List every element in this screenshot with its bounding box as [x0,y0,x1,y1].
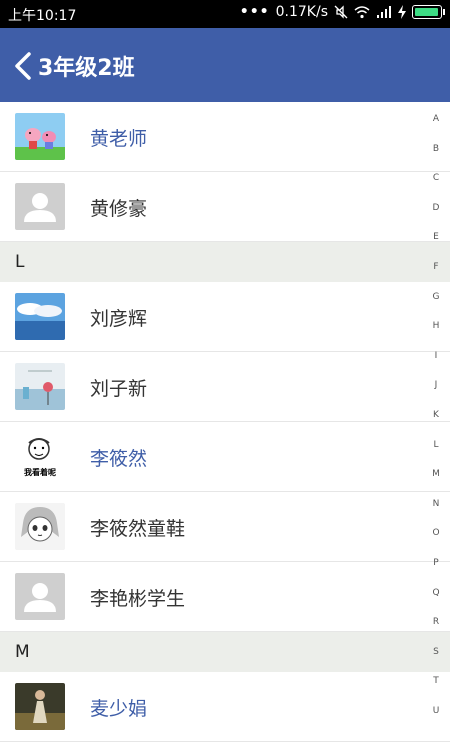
index-letter[interactable]: G [433,292,440,322]
app-header: 3年级2班 [0,28,450,102]
status-bar: 上午10:17 ••• 0.17K/s [0,0,450,28]
signal-icon [377,6,391,18]
index-letter[interactable]: K [433,410,439,440]
section-header: M [0,632,450,672]
charging-icon [398,5,406,19]
meme-caption: 我看着呢 [24,468,56,477]
contact-name: 黄老师 [90,128,148,150]
index-letter[interactable]: B [433,144,439,174]
contact-name: 黄修豪 [90,198,148,220]
index-letter[interactable]: N [433,499,440,529]
index-letter[interactable]: D [433,203,440,233]
network-speed: 0.17K/s [275,4,328,20]
section-header: L [0,242,450,282]
avatar: 我看着呢 [15,433,65,480]
contact-name: 李筱然童鞋 [90,518,186,540]
list-item[interactable]: 麦少娟 [0,672,450,742]
index-letter[interactable]: L [433,440,438,470]
chevron-left-icon[interactable] [12,52,34,80]
status-icons: ••• 0.17K/s [239,4,445,20]
list-item[interactable]: 黄修豪 [0,172,450,242]
contact-name: 刘彦辉 [90,308,148,330]
index-letter[interactable]: E [433,232,439,262]
index-letter[interactable]: O [432,528,439,558]
index-letter[interactable]: A [433,114,439,144]
list-item[interactable]: 李筱然童鞋 [0,492,450,562]
avatar [15,683,65,730]
index-letter[interactable]: M [432,469,440,499]
list-item[interactable]: 我看着呢 李筱然 [0,422,450,492]
index-letter[interactable]: T [433,676,439,706]
default-person-icon [15,573,65,620]
avatar [15,363,65,410]
contact-name: 刘子新 [90,378,148,400]
index-letter[interactable]: R [433,617,439,647]
list-item[interactable]: 李艳彬学生 [0,562,450,632]
index-letter[interactable]: U [433,706,440,736]
alphabet-index[interactable]: A B C D E F G H I J K L M N O P Q R S T … [422,114,450,735]
wifi-icon [354,6,370,19]
page-title: 3年级2班 [38,56,135,81]
contact-list: 黄老师 黄修豪 L 刘彦辉 刘子新 我看着呢 李筱然 李筱然童鞋 李艳彬学生 M… [0,102,450,742]
contact-name: 李筱然 [90,448,148,470]
index-letter[interactable]: F [433,262,438,292]
list-item[interactable]: 黄老师 [0,102,450,172]
avatar [15,113,65,160]
contact-name: 李艳彬学生 [90,588,186,610]
avatar [15,293,65,340]
mute-icon [334,5,348,19]
battery-icon [412,5,445,19]
index-letter[interactable]: H [433,321,440,351]
section-letter: L [15,252,25,272]
index-letter[interactable]: J [435,380,438,410]
index-letter[interactable]: S [433,647,439,677]
index-letter[interactable]: Q [432,588,439,618]
avatar [15,503,65,550]
index-letter[interactable]: C [433,173,439,203]
notification-dots: ••• [239,4,270,20]
contact-name: 麦少娟 [90,698,148,720]
list-item[interactable]: 刘子新 [0,352,450,422]
index-letter[interactable]: P [433,558,438,588]
section-letter: M [15,642,30,662]
status-time: 上午10:17 [8,8,77,24]
list-item[interactable]: 刘彦辉 [0,282,450,352]
index-letter[interactable]: I [435,351,438,381]
default-person-icon [15,183,65,230]
